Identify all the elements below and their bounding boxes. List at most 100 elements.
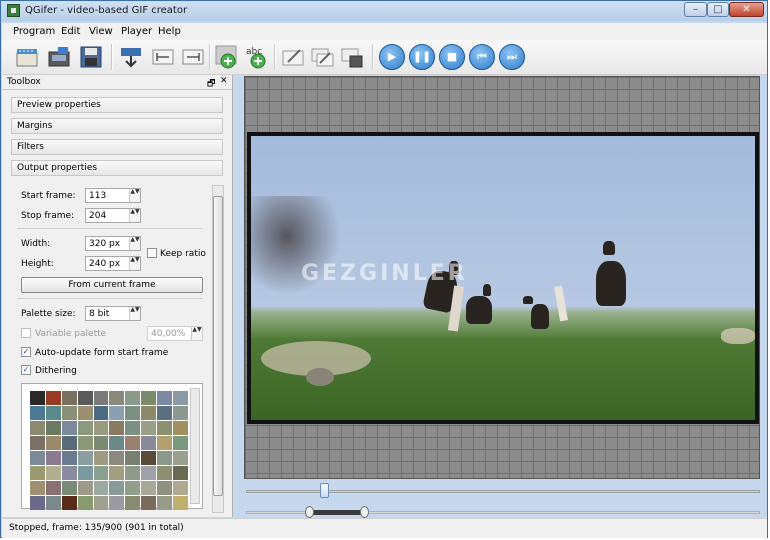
palette-swatch xyxy=(45,391,61,405)
variable-palette-label: Variable palette xyxy=(35,329,107,339)
range-selection xyxy=(309,510,365,515)
frame-slider-handle[interactable] xyxy=(320,483,329,498)
bird-head xyxy=(483,284,491,296)
palette-swatch xyxy=(125,451,141,465)
palette-swatch xyxy=(61,436,77,450)
add-object-icon[interactable] xyxy=(214,44,240,70)
bird xyxy=(531,304,549,329)
extract-gif-icon[interactable] xyxy=(46,44,72,70)
edit-object-icon[interactable] xyxy=(280,44,306,70)
bird-head xyxy=(523,296,533,304)
menu-edit[interactable]: Edit xyxy=(61,26,80,37)
palette-swatch xyxy=(93,451,109,465)
palette-swatch xyxy=(141,466,157,480)
variable-palette-spinbox[interactable]: 40,00% ▲▼ xyxy=(147,326,203,341)
height-spinbox[interactable]: 240 px ▲▼ xyxy=(85,256,141,271)
set-start-icon[interactable] xyxy=(150,44,176,70)
video-image: GEZGINLER xyxy=(251,136,755,420)
palette-swatch xyxy=(45,481,61,495)
palette-scrollbar[interactable] xyxy=(190,388,200,504)
palette-swatch xyxy=(141,451,157,465)
palette-swatch xyxy=(77,466,93,480)
palette-swatch xyxy=(173,496,188,510)
remove-object-icon[interactable] xyxy=(340,44,366,70)
range-end-handle[interactable] xyxy=(360,506,369,518)
toolbox-scroll-thumb[interactable] xyxy=(213,196,223,496)
section-filters[interactable]: Filters xyxy=(11,139,223,155)
palette-swatch xyxy=(157,391,173,405)
range-start-handle[interactable] xyxy=(305,506,314,518)
palette-swatch xyxy=(157,466,173,480)
palette-swatch xyxy=(45,421,61,435)
keep-ratio-checkbox[interactable] xyxy=(147,248,157,258)
palette-size-label: Palette size: xyxy=(21,309,76,319)
from-current-frame-button[interactable]: From current frame xyxy=(21,277,203,293)
palette-swatch xyxy=(141,391,157,405)
next-frame-icon[interactable]: ⏭ xyxy=(499,44,525,70)
palette-swatch xyxy=(77,436,93,450)
variable-palette-checkbox[interactable] xyxy=(21,328,31,338)
section-preview-properties[interactable]: Preview properties xyxy=(11,97,223,113)
start-frame-spinbox[interactable]: 113 ▲▼ xyxy=(85,188,141,203)
palette-swatch xyxy=(125,406,141,420)
frame-icon[interactable] xyxy=(118,44,144,70)
width-spinbox[interactable]: 320 px ▲▼ xyxy=(85,236,141,251)
palette-swatch xyxy=(61,406,77,420)
maximize-button[interactable]: □ xyxy=(707,2,729,17)
palette-swatch xyxy=(109,391,125,405)
stop-icon[interactable]: ■ xyxy=(439,44,465,70)
pause-icon[interactable]: ❚❚ xyxy=(409,44,435,70)
palette-swatch xyxy=(157,406,173,420)
menu-program[interactable]: Program xyxy=(13,26,55,37)
palette-swatch xyxy=(109,451,125,465)
menu-bar: Program Edit View Player Help xyxy=(2,23,767,40)
bird xyxy=(596,261,626,306)
palette-swatch xyxy=(109,421,125,435)
section-output-properties[interactable]: Output properties xyxy=(11,160,223,176)
close-button[interactable]: ✕ xyxy=(729,2,764,17)
palette-size-spinbox[interactable]: 8 bit ▲▼ xyxy=(85,306,141,321)
window-title: QGifer - video-based GIF creator xyxy=(25,5,188,16)
add-text-icon[interactable]: abc xyxy=(244,44,270,70)
menu-player[interactable]: Player xyxy=(121,26,152,37)
dithering-label: Dithering xyxy=(35,366,77,376)
palette-swatch xyxy=(61,466,77,480)
main-window: QGifer - video-based GIF creator – □ ✕ P… xyxy=(0,0,768,538)
section-margins[interactable]: Margins xyxy=(11,118,223,134)
palette-swatch xyxy=(61,451,77,465)
dithering-checkbox[interactable]: ✓ xyxy=(21,365,31,375)
palette-swatch xyxy=(157,481,173,495)
dock-float-icon[interactable]: 🗗 xyxy=(207,76,215,92)
menu-help[interactable]: Help xyxy=(158,26,181,37)
save-gif-icon[interactable] xyxy=(78,44,104,70)
palette-swatch xyxy=(30,451,45,465)
palette-swatch xyxy=(30,436,45,450)
width-label: Width: xyxy=(21,239,51,249)
previous-frame-icon[interactable]: ⏮ xyxy=(469,44,495,70)
app-icon xyxy=(7,4,20,17)
palette-swatch xyxy=(109,481,125,495)
preview-area: GEZGINLER xyxy=(244,76,760,479)
palette-swatch xyxy=(125,436,141,450)
set-end-icon[interactable] xyxy=(180,44,206,70)
palette-swatch xyxy=(93,406,109,420)
palette-swatch xyxy=(45,436,61,450)
menu-view[interactable]: View xyxy=(89,26,113,37)
watermark: GEZGINLER xyxy=(301,261,468,286)
divider xyxy=(17,298,203,299)
palette-swatch xyxy=(61,481,77,495)
palette-swatch xyxy=(141,421,157,435)
edit-all-icon[interactable] xyxy=(310,44,336,70)
minimize-button[interactable]: – xyxy=(684,2,707,17)
palette-swatch xyxy=(61,391,77,405)
open-video-icon[interactable] xyxy=(14,44,40,70)
auto-update-checkbox[interactable]: ✓ xyxy=(21,347,31,357)
dock-close-icon[interactable]: ✕ xyxy=(220,76,228,86)
palette-swatch xyxy=(173,406,188,420)
palette-swatch xyxy=(30,421,45,435)
palette-swatch xyxy=(77,421,93,435)
stop-frame-spinbox[interactable]: 204 ▲▼ xyxy=(85,208,141,223)
sand-patch xyxy=(721,328,755,344)
play-icon[interactable]: ▶ xyxy=(379,44,405,70)
toolbox-scrollbar[interactable] xyxy=(212,185,224,513)
